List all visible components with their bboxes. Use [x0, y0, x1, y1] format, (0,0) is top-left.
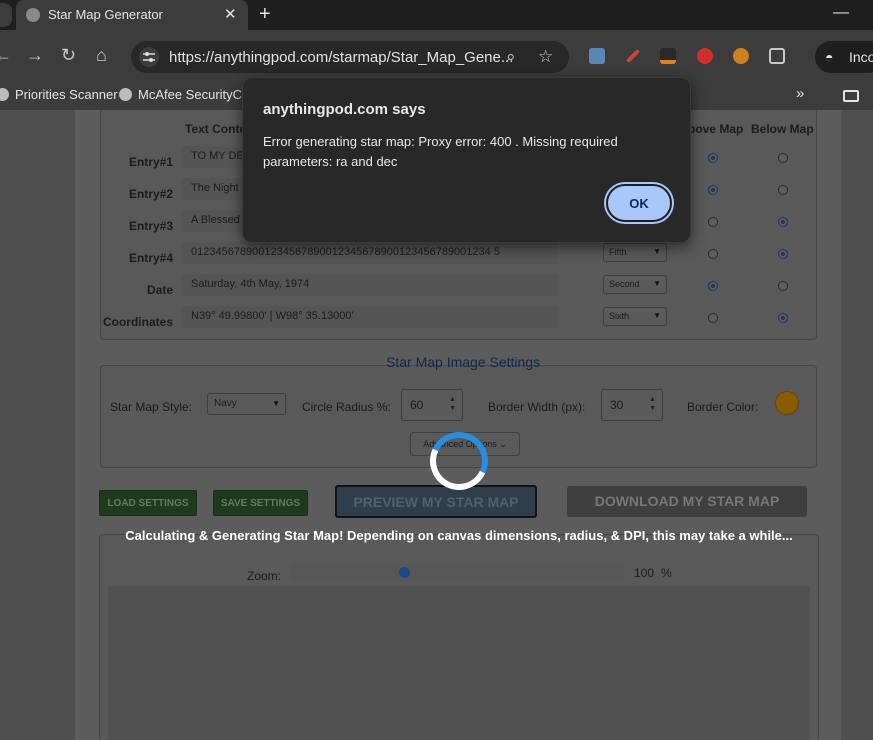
bookmark-icon [0, 88, 9, 101]
status-message: Calculating & Generating Star Map! Depen… [125, 528, 793, 543]
circle-radius-input[interactable]: 60 ▲ ▼ [401, 389, 463, 421]
zoom-value: 100 [634, 566, 655, 580]
header-text-content: Text Conte [185, 122, 247, 136]
zoom-slider[interactable] [290, 562, 625, 582]
back-icon[interactable]: ← [0, 46, 12, 64]
globe-icon [26, 8, 40, 22]
border-color-picker[interactable] [775, 391, 799, 415]
circle-radius-value: 60 [410, 398, 424, 412]
chevron-down-icon: ▼ [653, 279, 661, 288]
bookmark-star-icon[interactable]: ☆ [538, 47, 553, 67]
below-map-radio[interactable] [778, 185, 788, 195]
zoom-unit: % [661, 566, 672, 580]
entry-position-value: Sixth [609, 311, 630, 321]
row-label: Entry#1 [128, 155, 173, 169]
above-map-radio[interactable] [708, 153, 718, 163]
below-map-radio[interactable] [778, 249, 788, 259]
header-above-map: bove Map [688, 122, 744, 136]
extension-ai-icon[interactable] [697, 48, 713, 64]
below-map-radio[interactable] [778, 281, 788, 291]
above-map-radio[interactable] [708, 281, 718, 291]
border-width-label: Border Width (px): [488, 400, 586, 414]
incognito-indicator[interactable]: ◓ Inco [815, 41, 873, 73]
folder-icon[interactable] [843, 90, 859, 102]
star-map-style-select[interactable]: Navy ▼ [207, 393, 286, 415]
below-map-radio[interactable] [778, 153, 788, 163]
new-tab-button[interactable]: + [259, 3, 271, 26]
above-map-radio[interactable] [708, 249, 718, 259]
save-settings-button[interactable]: SAVE SETTINGS [213, 490, 308, 516]
browser-toolbar: ← → ↻ ⌂ https://anythingpod.com/starmap/… [0, 30, 873, 82]
row-label: Entry#4 [128, 251, 173, 265]
border-width-input[interactable]: 30 ▲ ▼ [601, 389, 663, 421]
entry-position-select[interactable]: Fifth ▼ [603, 243, 667, 262]
entry-text-input[interactable]: 0123456789001234567890012345678900123456… [181, 242, 558, 264]
chevron-down-icon: ⌄ [499, 439, 507, 449]
above-map-radio[interactable] [708, 185, 718, 195]
chevron-down-icon: ▼ [272, 399, 280, 408]
previous-tab[interactable] [0, 3, 12, 27]
above-map-radio[interactable] [708, 217, 718, 227]
circle-radius-label: Circle Radius %: [302, 400, 391, 414]
star-map-style-value: Navy [214, 398, 237, 409]
entry-text-input[interactable]: Saturday, 4th May, 1974 [181, 274, 558, 296]
reload-icon[interactable]: ↻ [61, 46, 76, 64]
above-map-radio[interactable] [708, 313, 718, 323]
extension-orb-icon[interactable] [733, 48, 749, 64]
row-label: Entry#3 [128, 219, 173, 233]
star-map-style-label: Star Map Style: [110, 400, 193, 414]
zoom-slider-thumb[interactable] [399, 567, 410, 578]
entry-position-value: Fifth [609, 247, 627, 257]
bookmark-label: Priorities Scanner [15, 87, 118, 102]
preview-star-map-button[interactable]: PREVIEW MY STAR MAP [335, 485, 537, 518]
address-bar[interactable]: https://anythingpod.com/starmap/Star_Map… [131, 41, 569, 73]
chevron-down-icon: ▼ [653, 311, 661, 320]
extension-pencil-icon[interactable] [625, 48, 641, 64]
tab-strip: Star Map Generator ✕ + — [0, 0, 873, 30]
close-tab-icon[interactable]: ✕ [224, 5, 237, 23]
url-text: https://anythingpod.com/starmap/Star_Map… [169, 49, 514, 66]
download-star-map-button[interactable]: DOWNLOAD MY STAR MAP [567, 486, 807, 517]
dialog-message: Error generating star map: Proxy error: … [263, 134, 618, 169]
tab-title: Star Map Generator [48, 7, 163, 22]
bookmarks-overflow-icon[interactable]: » [796, 85, 804, 102]
ok-button[interactable]: OK [606, 184, 672, 222]
dialog-title: anythingpod.com says [263, 101, 426, 118]
entry-position-select[interactable]: Second ▼ [603, 275, 667, 294]
border-color-label: Border Color: [687, 400, 759, 414]
incognito-icon: ◓ [825, 49, 834, 65]
row-label: Date [146, 283, 173, 297]
bookmark-label: McAfee SecurityCen [138, 87, 257, 102]
entry-position-value: Second [609, 279, 640, 289]
below-map-radio[interactable] [778, 217, 788, 227]
zoom-search-icon[interactable]: ⌕ [506, 47, 516, 67]
incognito-label: Inco [849, 49, 873, 65]
spinner-arrows-icon[interactable]: ▲ ▼ [449, 395, 456, 413]
alert-dialog: anythingpod.com says Error generating st… [242, 77, 691, 243]
extension-photo-icon[interactable] [589, 48, 605, 64]
image-settings-title: Star Map Image Settings [386, 354, 541, 370]
mcafee-icon [119, 88, 132, 101]
border-width-value: 30 [610, 398, 624, 412]
extension-hat-icon[interactable] [660, 48, 676, 64]
extensions-puzzle-icon[interactable] [769, 48, 785, 64]
zoom-label: Zoom: [247, 569, 282, 583]
row-label: Coordinates [102, 315, 173, 329]
site-info-icon[interactable] [139, 47, 159, 67]
star-map-canvas [108, 586, 810, 740]
row-label: Entry#2 [128, 187, 173, 201]
chevron-down-icon: ▼ [653, 247, 661, 256]
header-below-map: Below Map [751, 122, 814, 136]
home-icon[interactable]: ⌂ [96, 46, 107, 64]
spinner-arrows-icon[interactable]: ▲ ▼ [649, 395, 656, 413]
forward-icon[interactable]: → [26, 46, 44, 64]
below-map-radio[interactable] [778, 313, 788, 323]
bookmark-priorities-scanner[interactable]: Priorities Scanner [0, 87, 118, 102]
minimize-window-button[interactable]: — [833, 4, 849, 22]
bookmark-mcafee[interactable]: McAfee SecurityCen [119, 87, 257, 102]
entry-position-select[interactable]: Sixth ▼ [603, 307, 667, 326]
entry-text-input[interactable]: N39° 49.99800' | W98° 35.13000' [181, 306, 558, 328]
load-settings-button[interactable]: LOAD SETTINGS [99, 490, 197, 516]
tab-star-map-generator[interactable]: Star Map Generator ✕ [16, 0, 248, 30]
